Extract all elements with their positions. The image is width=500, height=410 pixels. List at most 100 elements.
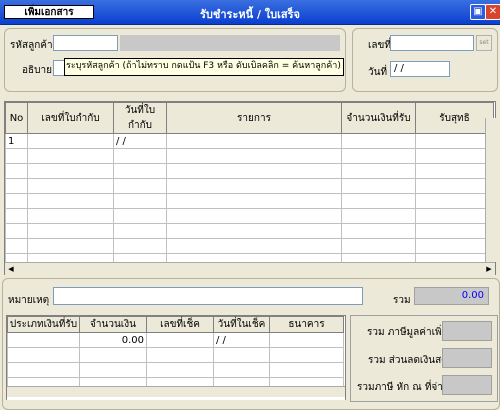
close-icon[interactable]: ✕: [485, 4, 500, 20]
table-cell[interactable]: [213, 347, 270, 363]
table-cell[interactable]: [415, 133, 494, 149]
table-cell[interactable]: [27, 223, 114, 239]
table-cell[interactable]: [166, 238, 342, 254]
date-input[interactable]: / /: [390, 61, 450, 77]
table-cell[interactable]: [415, 193, 494, 209]
column-header[interactable]: เลขที่ใบกำกับ: [27, 102, 114, 134]
column-header[interactable]: รายการ: [166, 102, 342, 134]
table-cell[interactable]: [79, 362, 147, 378]
table-cell[interactable]: [27, 148, 114, 164]
column-header[interactable]: วันที่ใบกำกับ: [113, 102, 167, 134]
table-cell[interactable]: / /: [113, 133, 167, 149]
table-cell[interactable]: [27, 178, 114, 194]
table-cell[interactable]: [213, 362, 270, 378]
horizontal-scrollbar[interactable]: ◀ ▶: [5, 262, 495, 275]
table-cell[interactable]: [5, 163, 28, 179]
table-cell[interactable]: [415, 178, 494, 194]
table-cell[interactable]: [166, 208, 342, 224]
table-cell[interactable]: [269, 362, 344, 378]
table-cell[interactable]: [27, 238, 114, 254]
table-row[interactable]: [5, 208, 494, 224]
table-cell[interactable]: [341, 193, 416, 209]
table-cell[interactable]: [415, 148, 494, 164]
table-cell[interactable]: [146, 332, 214, 348]
table-cell[interactable]: [27, 133, 114, 149]
table-cell[interactable]: [166, 178, 342, 194]
table-cell[interactable]: [5, 208, 28, 224]
table-cell[interactable]: [269, 332, 344, 348]
table-cell[interactable]: [27, 163, 114, 179]
table-cell[interactable]: [113, 178, 167, 194]
table-cell[interactable]: / /: [213, 332, 270, 348]
new-document-button[interactable]: เพิ่มเอกสาร: [4, 5, 94, 19]
table-cell[interactable]: [269, 347, 344, 363]
table-cell[interactable]: [113, 238, 167, 254]
table-cell[interactable]: [5, 193, 28, 209]
table-cell[interactable]: [113, 193, 167, 209]
table-cell[interactable]: [415, 163, 494, 179]
table-cell[interactable]: [79, 347, 147, 363]
column-header[interactable]: ประเภทเงินที่รับ: [7, 316, 80, 333]
column-header[interactable]: เลขที่เช็ค: [146, 316, 214, 333]
maximize-icon[interactable]: ▣: [470, 4, 486, 20]
table-cell[interactable]: 0.00: [79, 332, 147, 348]
table-cell[interactable]: 1: [5, 133, 28, 149]
doc-no-input[interactable]: [390, 35, 474, 51]
scroll-left-icon[interactable]: ◀: [6, 264, 16, 274]
table-cell[interactable]: [166, 148, 342, 164]
column-header[interactable]: รับสุทธิ: [415, 102, 494, 134]
doc-no-set-button[interactable]: set: [476, 35, 492, 51]
table-cell[interactable]: [166, 193, 342, 209]
table-row[interactable]: [5, 163, 494, 179]
table-cell[interactable]: [113, 223, 167, 239]
table-cell[interactable]: [7, 362, 80, 378]
table-cell[interactable]: [341, 208, 416, 224]
table-cell[interactable]: [146, 362, 214, 378]
table-row[interactable]: [5, 148, 494, 164]
table-row[interactable]: [7, 362, 344, 378]
table-row[interactable]: [5, 178, 494, 194]
table-cell[interactable]: [146, 347, 214, 363]
table-cell[interactable]: [341, 178, 416, 194]
table-cell[interactable]: [5, 178, 28, 194]
table-cell[interactable]: [113, 148, 167, 164]
remark-input[interactable]: [53, 287, 363, 305]
table-cell[interactable]: [5, 223, 28, 239]
table-cell[interactable]: [5, 148, 28, 164]
table-cell[interactable]: [113, 208, 167, 224]
invoice-grid[interactable]: No เลขที่ใบกำกับ วันที่ใบกำกับ รายการ จำ…: [4, 101, 496, 275]
scroll-right-icon[interactable]: ▶: [484, 264, 494, 274]
table-cell[interactable]: [7, 347, 80, 363]
column-header[interactable]: No: [5, 102, 28, 134]
table-cell[interactable]: [27, 208, 114, 224]
table-row[interactable]: 1 / /: [5, 133, 494, 149]
column-header[interactable]: จำนวนเงินที่รับ: [341, 102, 416, 134]
table-cell[interactable]: [415, 208, 494, 224]
vertical-scrollbar[interactable]: [485, 118, 496, 262]
table-cell[interactable]: [166, 223, 342, 239]
column-header[interactable]: จำนวนเงิน: [79, 316, 147, 333]
table-cell[interactable]: [341, 163, 416, 179]
table-cell[interactable]: [113, 163, 167, 179]
column-header[interactable]: วันที่ในเช็ค: [213, 316, 270, 333]
withholding-total-value: [442, 375, 492, 395]
table-cell[interactable]: [415, 223, 494, 239]
table-cell[interactable]: [7, 332, 80, 348]
table-row[interactable]: [5, 193, 494, 209]
customer-code-input[interactable]: [53, 35, 118, 51]
table-row[interactable]: [7, 347, 344, 363]
table-row[interactable]: 0.00 / /: [7, 332, 344, 348]
table-cell[interactable]: [166, 163, 342, 179]
table-cell[interactable]: [341, 133, 416, 149]
column-header[interactable]: ธนาคาร: [269, 316, 344, 333]
table-cell[interactable]: [27, 193, 114, 209]
table-row[interactable]: [5, 223, 494, 239]
table-cell[interactable]: [166, 133, 342, 149]
table-cell[interactable]: [341, 148, 416, 164]
table-cell[interactable]: [415, 238, 494, 254]
payment-horizontal-scrollbar[interactable]: [7, 386, 345, 397]
table-cell[interactable]: [5, 238, 28, 254]
table-row[interactable]: [5, 238, 494, 254]
table-cell[interactable]: [341, 223, 416, 239]
table-cell[interactable]: [341, 238, 416, 254]
